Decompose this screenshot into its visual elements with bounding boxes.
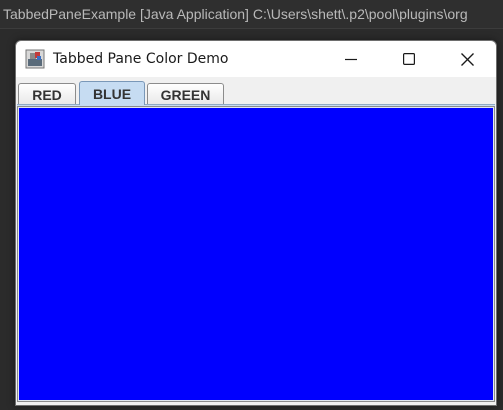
- tab-strip: RED BLUE GREEN: [18, 79, 494, 105]
- tab-content-frame: [17, 106, 495, 402]
- app-window: Tabbed Pane Color Demo RED BLUE GREEN: [15, 40, 497, 406]
- console-title-bar: TabbedPaneExample [Java Application] C:\…: [0, 0, 503, 28]
- window-title: Tabbed Pane Color Demo: [53, 51, 229, 67]
- close-icon: [460, 52, 474, 66]
- tab-blue[interactable]: BLUE: [79, 81, 145, 105]
- tab-green[interactable]: GREEN: [147, 83, 224, 105]
- tab-label: RED: [32, 86, 62, 103]
- tab-red[interactable]: RED: [18, 83, 76, 105]
- minimize-button[interactable]: [328, 41, 374, 77]
- close-button[interactable]: [444, 41, 490, 77]
- window-titlebar[interactable]: Tabbed Pane Color Demo: [16, 41, 496, 77]
- tab-label: GREEN: [160, 86, 211, 103]
- console-title: TabbedPaneExample [Java Application] C:\…: [3, 6, 468, 22]
- java-app-icon: [25, 49, 45, 69]
- maximize-button[interactable]: [386, 41, 432, 77]
- tab-label: BLUE: [92, 85, 132, 102]
- maximize-icon: [403, 53, 415, 65]
- console-divider: [0, 28, 503, 29]
- minimize-icon: [345, 58, 357, 61]
- blue-color-panel: [19, 108, 493, 400]
